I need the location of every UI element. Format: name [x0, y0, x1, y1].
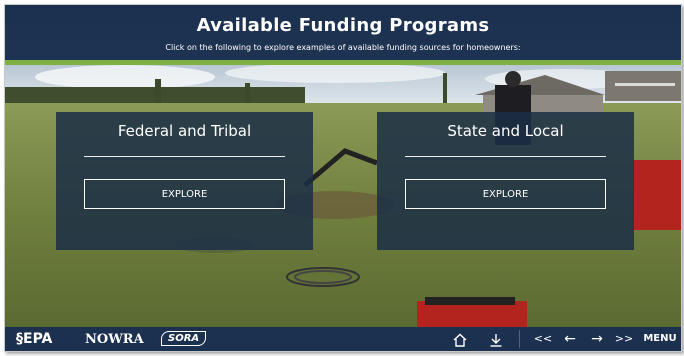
background-photo: Federal and Tribal EXPLORE State and Loc…	[5, 65, 681, 327]
epa-logo: §EPA	[16, 331, 53, 347]
card-divider	[84, 156, 285, 157]
download-icon[interactable]	[485, 327, 507, 351]
footer-divider	[519, 330, 520, 348]
explore-state-button[interactable]: EXPLORE	[405, 179, 606, 209]
page-subtitle: Click on the following to explore exampl…	[165, 43, 521, 52]
first-page-button[interactable]: <<	[532, 327, 554, 351]
card-state-local: State and Local EXPLORE	[377, 112, 634, 250]
footer-bar: §EPA NOWRA SORA << ← → >> MENU	[5, 327, 681, 351]
sora-logo: SORA	[161, 331, 207, 346]
card-divider	[405, 156, 606, 157]
card-title: Federal and Tribal	[117, 122, 252, 140]
prev-arrow-button[interactable]: ←	[559, 327, 581, 351]
nowra-logo: NOWRA	[85, 332, 144, 347]
page-title: Available Funding Programs	[196, 15, 490, 36]
card-federal-tribal: Federal and Tribal EXPLORE	[56, 112, 313, 250]
home-icon[interactable]	[449, 327, 471, 351]
explore-federal-button[interactable]: EXPLORE	[84, 179, 285, 209]
menu-button[interactable]: MENU	[643, 327, 677, 351]
last-page-button[interactable]: >>	[613, 327, 635, 351]
header: Available Funding Programs Click on the …	[5, 5, 681, 60]
next-arrow-button[interactable]: →	[586, 327, 608, 351]
card-title: State and Local	[447, 122, 564, 140]
slide-frame: Available Funding Programs Click on the …	[4, 4, 682, 352]
